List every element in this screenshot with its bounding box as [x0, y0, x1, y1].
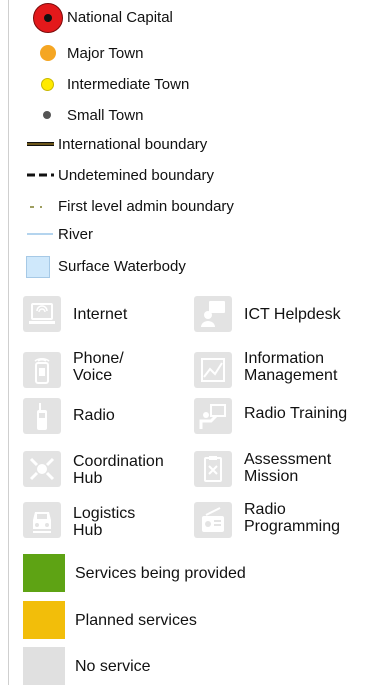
- national-capital-label: National Capital: [67, 9, 173, 26]
- first-level-boundary-symbol: [30, 206, 42, 208]
- services-provided-swatch: [23, 554, 65, 592]
- radio-programming-icon: [194, 502, 232, 538]
- assessment-mission-label-line1: Assessment: [244, 451, 332, 468]
- surface-waterbody-symbol: [26, 256, 50, 278]
- surface-waterbody-label: Surface Waterbody: [58, 258, 186, 275]
- phone-voice-icon: [23, 352, 61, 388]
- international-boundary-symbol: [27, 142, 54, 146]
- international-boundary-label: International boundary: [58, 136, 208, 153]
- radio-label: Radio: [73, 407, 115, 424]
- internet-icon: [23, 296, 61, 332]
- river-label: River: [58, 226, 94, 243]
- phone-voice-label-line1: Phone/: [73, 350, 124, 367]
- small-town-symbol: [43, 111, 51, 119]
- undetermined-boundary-symbol: [27, 173, 54, 177]
- logistics-hub-label-line1: Logistics: [73, 505, 136, 522]
- national-capital-symbol: [33, 3, 63, 33]
- internet-label: Internet: [73, 306, 128, 323]
- undetermined-boundary-label: Undetemined boundary: [58, 167, 214, 184]
- assessment-mission-icon: [194, 451, 232, 487]
- radio-programming-label-line2: Programming: [244, 518, 341, 535]
- phone-voice-label-line2: Voice: [73, 367, 113, 384]
- information-management-icon: [194, 352, 232, 388]
- services-provided-label: Services being provided: [75, 565, 246, 582]
- radio-training-label: Radio Training: [244, 405, 348, 422]
- planned-services-swatch: [23, 601, 65, 639]
- coordination-hub-label-line1: Coordination: [73, 453, 164, 470]
- logistics-hub-icon: [23, 502, 61, 538]
- coordination-hub-icon: [23, 451, 61, 487]
- planned-services-label: Planned services: [75, 612, 197, 629]
- assessment-mission-label-line2: Mission: [244, 468, 299, 485]
- radio-icon: [23, 398, 61, 434]
- ict-helpdesk-label: ICT Helpdesk: [244, 306, 341, 323]
- information-management-label-line2: Management: [244, 367, 338, 384]
- legend-left-border: [8, 0, 9, 685]
- first-level-boundary-label: First level admin boundary: [58, 198, 234, 215]
- major-town-symbol: [40, 45, 56, 61]
- intermediate-town-label: Intermediate Town: [67, 76, 190, 93]
- small-town-label: Small Town: [67, 107, 144, 124]
- information-management-label-line1: Information: [244, 350, 325, 367]
- intermediate-town-symbol: [41, 78, 54, 91]
- radio-training-icon: [194, 398, 232, 434]
- logistics-hub-label-line2: Hub: [73, 522, 103, 539]
- ict-helpdesk-icon: [194, 296, 232, 332]
- major-town-label: Major Town: [67, 45, 144, 62]
- no-service-swatch: [23, 647, 65, 685]
- no-service-label: No service: [75, 658, 151, 675]
- river-symbol: [27, 233, 53, 235]
- radio-programming-label-line1: Radio: [244, 501, 286, 518]
- coordination-hub-label-line2: Hub: [73, 470, 103, 487]
